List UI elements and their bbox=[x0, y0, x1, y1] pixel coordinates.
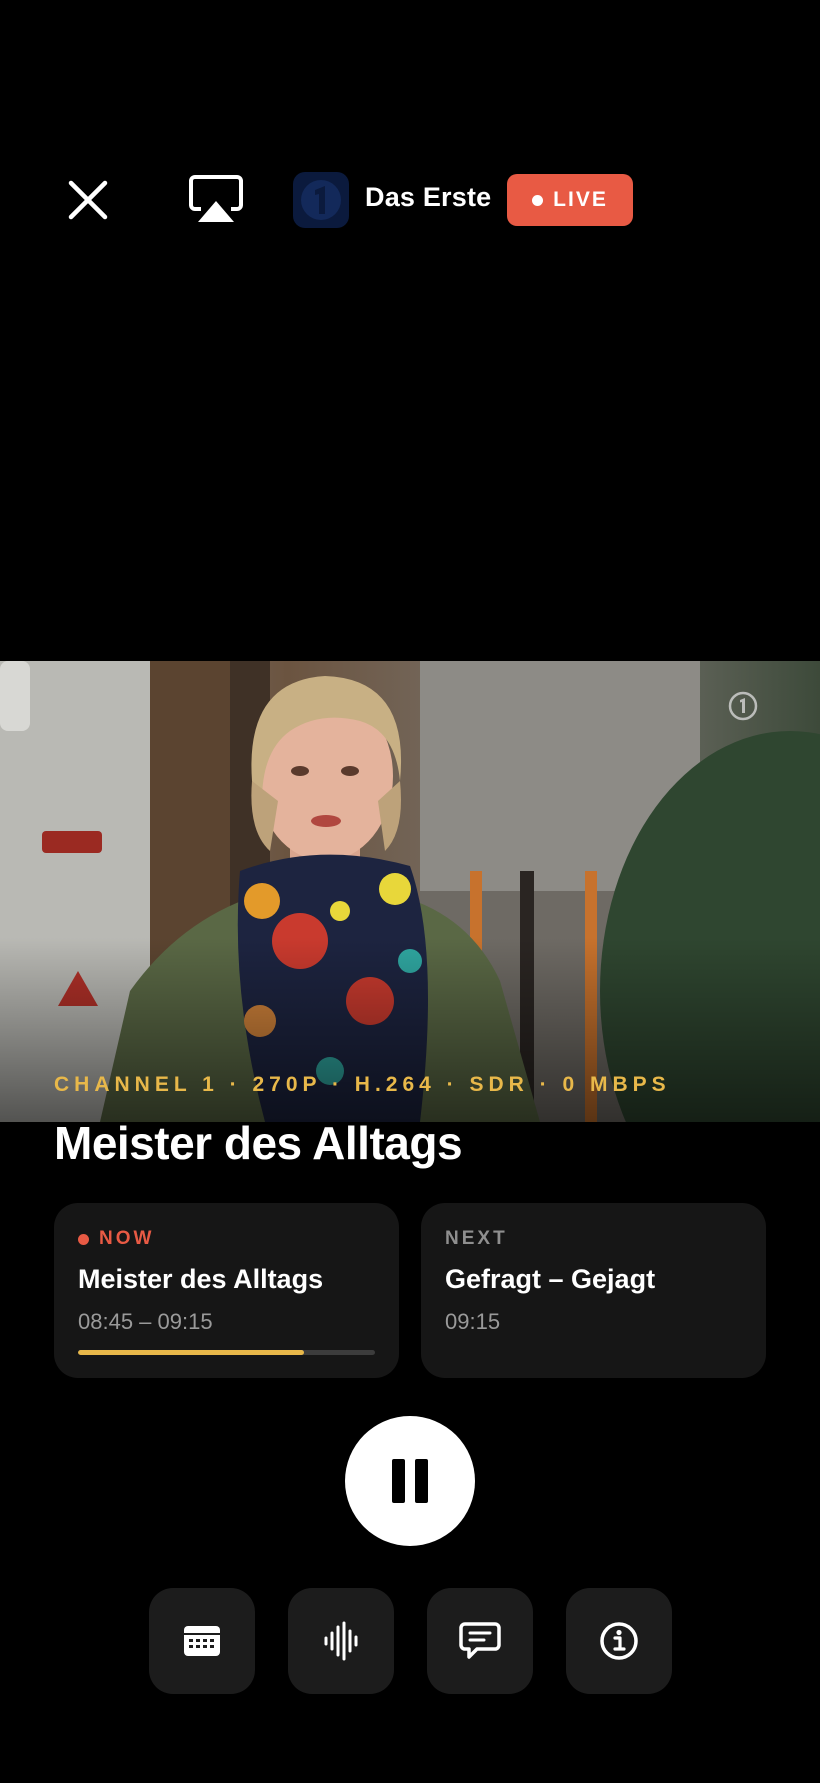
channel-name: Das Erste bbox=[365, 182, 492, 212]
now-progress-bar bbox=[78, 1350, 375, 1355]
subtitles-button[interactable] bbox=[427, 1588, 533, 1694]
video-image bbox=[0, 661, 820, 1122]
subtitles-icon bbox=[459, 1622, 501, 1659]
airplay-icon bbox=[189, 175, 243, 222]
now-card[interactable]: NOW Meister des Alltags 08:45 – 09:15 bbox=[54, 1203, 399, 1378]
player-screen: Das Erste LIVE CHANNEL 1 · 270P · H.264 … bbox=[0, 0, 820, 1783]
next-card[interactable]: NEXT Gefragt – Gejagt 09:15 bbox=[421, 1203, 766, 1378]
airplay-button[interactable] bbox=[184, 170, 248, 230]
info-icon bbox=[600, 1622, 638, 1660]
next-label-row: NEXT bbox=[445, 1228, 742, 1250]
video-frame[interactable] bbox=[0, 661, 820, 1122]
close-button[interactable] bbox=[58, 170, 118, 230]
channel-logo bbox=[293, 172, 349, 228]
next-title: Gefragt – Gejagt bbox=[445, 1264, 656, 1294]
pause-button[interactable] bbox=[345, 1416, 475, 1546]
close-icon bbox=[68, 180, 108, 220]
pause-icon bbox=[387, 1459, 433, 1503]
now-dot-icon bbox=[78, 1233, 89, 1245]
audio-track-button[interactable] bbox=[288, 1588, 394, 1694]
epg-guide-icon bbox=[184, 1626, 220, 1656]
program-title: Meister des Alltags bbox=[54, 1117, 463, 1169]
das-erste-logo-icon bbox=[301, 180, 341, 220]
epg-guide-button[interactable] bbox=[149, 1588, 255, 1694]
das-erste-watermark-icon bbox=[728, 691, 758, 721]
live-dot-icon bbox=[532, 194, 544, 206]
stream-info: CHANNEL 1 · 270P · H.264 · SDR · 0 MBPS bbox=[54, 1073, 671, 1096]
next-label: NEXT bbox=[445, 1228, 508, 1249]
live-label: LIVE bbox=[553, 188, 608, 211]
now-label: NOW bbox=[99, 1228, 155, 1249]
live-badge: LIVE bbox=[507, 174, 633, 226]
now-progress-fill bbox=[78, 1350, 304, 1355]
next-time: 09:15 bbox=[445, 1309, 501, 1334]
audio-track-icon bbox=[324, 1621, 358, 1661]
info-button[interactable] bbox=[566, 1588, 672, 1694]
now-time: 08:45 – 09:15 bbox=[78, 1309, 213, 1334]
now-title: Meister des Alltags bbox=[78, 1264, 324, 1294]
now-label-row: NOW bbox=[78, 1228, 375, 1250]
